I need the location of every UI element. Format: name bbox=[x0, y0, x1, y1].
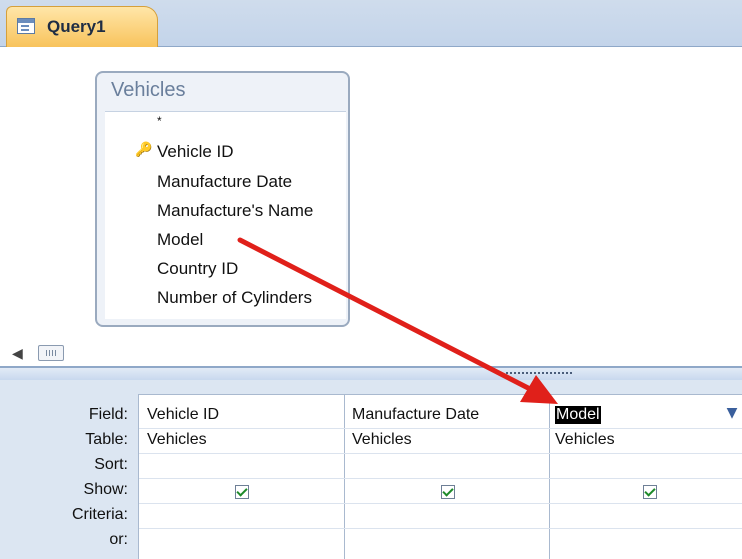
row-label-sort: Sort: bbox=[94, 456, 128, 473]
field-cell-1[interactable]: Vehicle ID bbox=[147, 406, 219, 424]
document-tab-strip: Query1 bbox=[0, 0, 742, 47]
query-design-pane: Vehicles * 🔑 Vehicle ID Manufacture Date… bbox=[0, 47, 742, 340]
table-box-title: Vehicles bbox=[111, 79, 186, 101]
field-cell-2[interactable]: Manufacture Date bbox=[352, 406, 479, 424]
column-separator bbox=[549, 395, 550, 559]
show-checkbox-3[interactable] bbox=[643, 485, 657, 499]
field-number-of-cylinders[interactable]: Number of Cylinders bbox=[157, 288, 312, 308]
query-tab-label: Query1 bbox=[47, 17, 106, 36]
field-manufacture-date[interactable]: Manufacture Date bbox=[157, 172, 292, 192]
field-list: * 🔑 Vehicle ID Manufacture Date Manufact… bbox=[105, 111, 346, 319]
design-horizontal-scrollbar[interactable]: ◀ bbox=[0, 343, 742, 365]
query-icon bbox=[17, 18, 35, 34]
row-label-show: Show: bbox=[83, 481, 128, 498]
query-tab[interactable]: Query1 bbox=[6, 6, 158, 47]
query-design-grid: Vehicle ID Vehicles Manufacture Date Veh… bbox=[138, 394, 742, 559]
primary-key-icon: 🔑 bbox=[135, 142, 153, 158]
row-separator bbox=[139, 428, 742, 429]
field-cell-3[interactable]: Model bbox=[555, 406, 601, 424]
field-vehicle-id[interactable]: Vehicle ID bbox=[157, 142, 234, 162]
field-model[interactable]: Model bbox=[157, 230, 203, 250]
table-cell-2[interactable]: Vehicles bbox=[352, 431, 412, 449]
pane-splitter[interactable] bbox=[0, 366, 742, 380]
field-dropdown-chevron-icon[interactable]: ▼ bbox=[723, 405, 741, 425]
column-separator bbox=[344, 395, 345, 559]
scroll-left-arrow-icon[interactable]: ◀ bbox=[12, 346, 23, 362]
query-grid-pane: Field: Table: Sort: Show: Criteria: or: … bbox=[0, 380, 742, 559]
show-checkbox-1[interactable] bbox=[235, 485, 249, 499]
table-cell-3[interactable]: Vehicles bbox=[555, 431, 615, 449]
row-label-criteria: Criteria: bbox=[71, 506, 128, 523]
row-separator bbox=[139, 453, 742, 454]
scroll-thumb[interactable] bbox=[38, 345, 64, 361]
table-cell-1[interactable]: Vehicles bbox=[147, 431, 207, 449]
field-country-id[interactable]: Country ID bbox=[157, 259, 238, 279]
row-label-field: Field: bbox=[88, 406, 128, 423]
splitter-grip-icon[interactable] bbox=[506, 372, 574, 374]
field-manufacturer-name[interactable]: Manufacture's Name bbox=[157, 201, 313, 221]
vehicles-table-box[interactable]: Vehicles * 🔑 Vehicle ID Manufacture Date… bbox=[95, 71, 350, 327]
row-separator bbox=[139, 528, 742, 529]
field-all[interactable]: * bbox=[157, 114, 162, 128]
row-separator bbox=[139, 478, 742, 479]
row-label-or: or: bbox=[109, 531, 128, 548]
row-separator bbox=[139, 503, 742, 504]
row-label-table: Table: bbox=[85, 431, 128, 448]
show-checkbox-2[interactable] bbox=[441, 485, 455, 499]
